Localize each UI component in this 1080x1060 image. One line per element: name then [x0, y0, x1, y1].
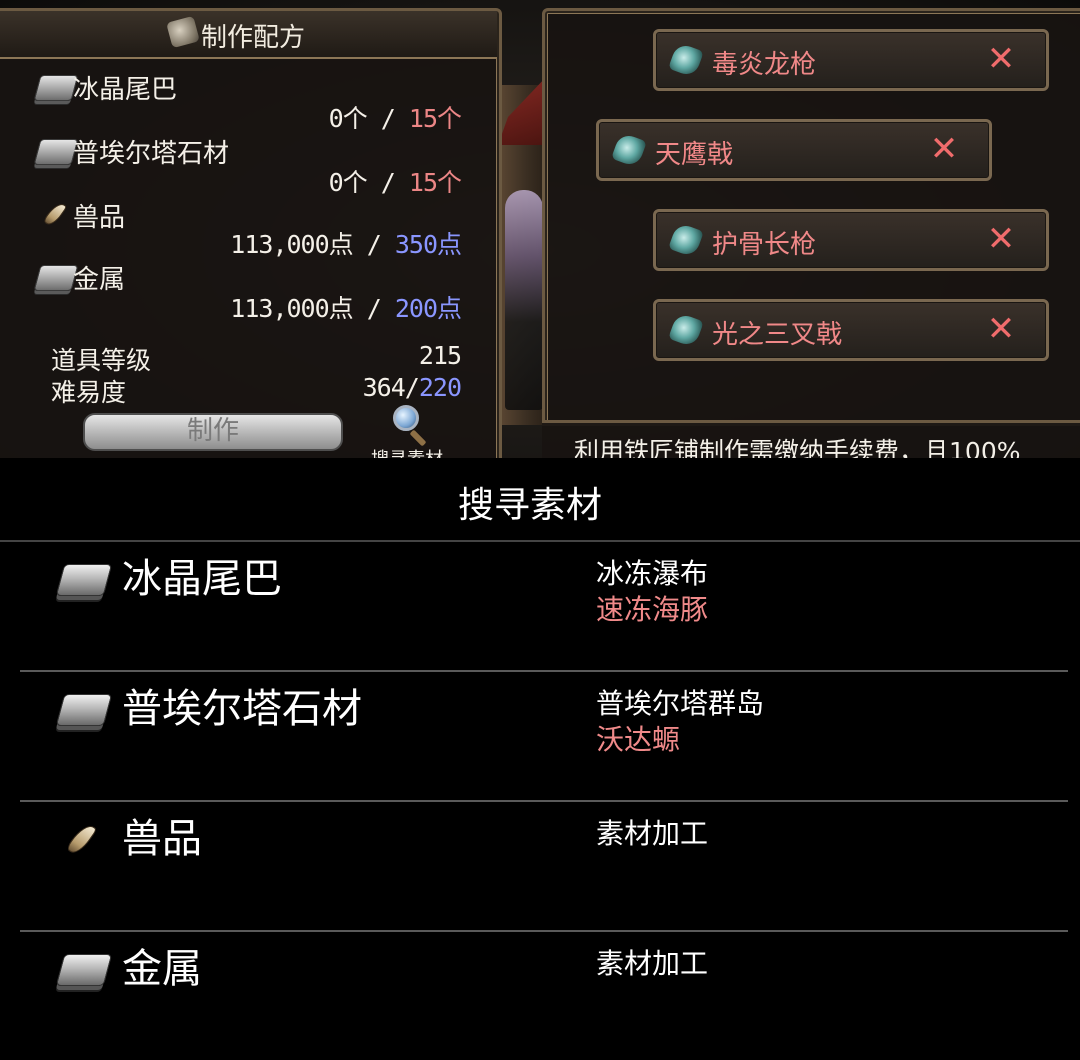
required-quantity: 350点 — [394, 230, 462, 259]
owned-quantity: 0个 — [328, 104, 368, 133]
craft-button[interactable]: 制作 — [83, 413, 343, 451]
quantity-separator: / — [366, 230, 382, 259]
polearm-icon — [668, 42, 704, 78]
owned-quantity: 113,000点 — [230, 230, 353, 259]
required-quantity: 15个 — [408, 104, 462, 133]
magnifier-icon[interactable] — [393, 405, 419, 431]
material-location: 普埃尔塔群岛 — [596, 687, 765, 720]
weapon-list-item[interactable]: 天鹰戟 ✕ — [596, 119, 992, 181]
search-materials-list: 冰晶尾巴 冰冻瀑布 速冻海豚 普埃尔塔石材 普埃尔塔群岛 沃达螈 兽品 素材加工… — [0, 542, 1080, 1056]
material-source: 速冻海豚 — [596, 593, 709, 626]
recipe-scroll-icon — [166, 15, 200, 49]
difficulty-target: 220 — [418, 373, 462, 402]
material-name: 冰晶尾巴 — [73, 75, 178, 105]
material-location: 素材加工 — [596, 947, 709, 980]
owned-quantity: 113,000点 — [230, 294, 353, 323]
search-material-row[interactable]: 冰晶尾巴 冰冻瀑布 速冻海豚 — [20, 542, 1068, 672]
ingot-icon — [33, 139, 79, 165]
polearm-icon — [668, 312, 704, 348]
quantity-separator: / — [380, 168, 396, 197]
recipe-title: 制作配方 — [201, 23, 306, 53]
search-materials-button[interactable]: 搜寻素材 — [371, 445, 443, 458]
ingot-icon — [33, 265, 79, 291]
material-quantity: 0个 / 15个 — [328, 99, 462, 135]
required-quantity: 15个 — [408, 168, 462, 197]
search-material-row[interactable]: 兽品 素材加工 — [20, 802, 1068, 932]
material-location: 素材加工 — [596, 817, 709, 850]
owned-quantity: 0个 — [328, 168, 368, 197]
difficulty-current: 364/ — [362, 373, 420, 402]
weapon-list-item[interactable]: 光之三叉戟 ✕ — [653, 299, 1049, 361]
item-level-value: 215 — [418, 341, 462, 370]
background-character — [505, 190, 543, 410]
material-source: 沃达螈 — [596, 723, 681, 756]
remove-weapon-button[interactable]: ✕ — [984, 312, 1018, 346]
difficulty-value: 364/220 — [362, 373, 462, 402]
material-name: 兽品 — [122, 816, 202, 862]
game-scene: 制作配方 冰晶尾巴 0个 / 15个 普埃尔塔石材 0个 / 15个 兽品 11… — [0, 0, 1080, 458]
magnifier-handle — [409, 429, 427, 447]
search-materials-title: 搜寻素材 — [457, 485, 602, 526]
weapon-list-item[interactable]: 毒炎龙枪 ✕ — [653, 29, 1049, 91]
ingot-icon — [55, 564, 113, 596]
search-material-row[interactable]: 金属 素材加工 — [20, 932, 1068, 1060]
recipe-title-bar: 制作配方 — [0, 11, 497, 59]
polearm-icon — [611, 132, 647, 168]
weapon-name: 护骨长枪 — [712, 230, 817, 260]
material-quantity: 113,000点 / 350点 — [230, 225, 462, 261]
search-materials-header: 搜寻素材 — [0, 458, 1080, 542]
search-material-row[interactable]: 普埃尔塔石材 普埃尔塔群岛 沃达螈 — [20, 672, 1068, 802]
remove-weapon-button[interactable]: ✕ — [984, 42, 1018, 76]
material-name: 兽品 — [73, 203, 126, 233]
weapon-list-panel: 毒炎龙枪 ✕ 天鹰戟 ✕ 护骨长枪 ✕ 光之三叉戟 ✕ — [542, 8, 1080, 426]
material-name: 金属 — [122, 946, 202, 992]
weapon-name: 光之三叉戟 — [712, 320, 843, 350]
material-quantity: 113,000点 / 200点 — [230, 289, 462, 325]
material-location: 冰冻瀑布 — [596, 557, 709, 590]
material-quantity: 0个 / 15个 — [328, 163, 462, 199]
quantity-separator: / — [380, 104, 396, 133]
required-quantity: 200点 — [394, 294, 462, 323]
remove-weapon-button[interactable]: ✕ — [984, 222, 1018, 256]
weapon-list-item[interactable]: 护骨长枪 ✕ — [653, 209, 1049, 271]
weapon-name: 毒炎龙枪 — [712, 50, 817, 80]
material-name: 冰晶尾巴 — [122, 556, 282, 602]
material-name: 普埃尔塔石材 — [73, 139, 230, 169]
material-name: 普埃尔塔石材 — [122, 686, 362, 732]
ingot-icon — [55, 954, 113, 986]
remove-weapon-button[interactable]: ✕ — [927, 132, 961, 166]
recipe-panel: 制作配方 冰晶尾巴 0个 / 15个 普埃尔塔石材 0个 / 15个 兽品 11… — [0, 8, 502, 458]
ingot-icon — [33, 75, 79, 101]
material-name: 金属 — [73, 265, 126, 295]
polearm-icon — [668, 222, 704, 258]
quantity-separator: / — [366, 294, 382, 323]
weapon-name: 天鹰戟 — [655, 140, 734, 170]
fang-icon — [65, 820, 98, 858]
fang-icon — [42, 199, 68, 229]
difficulty-label: 难易度 — [51, 378, 127, 407]
ingot-icon — [55, 694, 113, 726]
item-level-label: 道具等级 — [51, 346, 152, 375]
fee-notice: 利用铁匠铺制作需缴纳手续费，且100% — [574, 437, 1021, 458]
